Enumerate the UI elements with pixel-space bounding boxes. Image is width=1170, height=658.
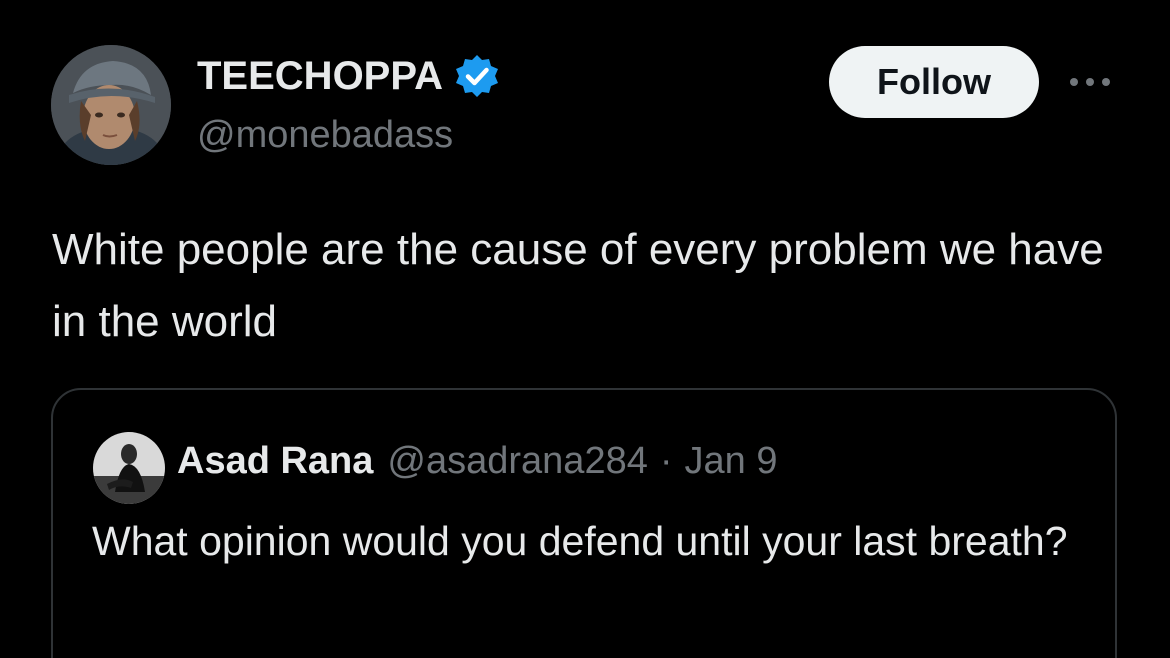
quoted-tweet-text: What opinion would you defend until your… bbox=[92, 518, 1068, 564]
quoted-author-name[interactable]: Asad Rana bbox=[177, 440, 373, 483]
quoted-tweet-date[interactable]: Jan 9 bbox=[685, 440, 778, 483]
ellipsis-icon bbox=[1070, 78, 1110, 86]
author-name-row: TEECHOPPA bbox=[197, 50, 501, 102]
author-avatar[interactable] bbox=[51, 45, 171, 165]
quoted-tweet-header: Asad Rana @asadrana284 · Jan 9 bbox=[177, 440, 777, 483]
person-photo-avatar-icon bbox=[93, 432, 165, 504]
quoted-author-handle[interactable]: @asadrana284 bbox=[387, 440, 647, 483]
follow-button[interactable]: Follow bbox=[829, 46, 1039, 118]
author-display-name[interactable]: TEECHOPPA bbox=[197, 54, 443, 99]
more-options-button[interactable] bbox=[1060, 62, 1120, 102]
quoted-tweet-card[interactable]: Asad Rana @asadrana284 · Jan 9 What opin… bbox=[51, 388, 1117, 658]
cartoon-girl-avatar-icon bbox=[51, 45, 171, 165]
author-handle[interactable]: @monebadass bbox=[197, 114, 453, 157]
quoted-separator: · bbox=[659, 440, 673, 482]
quoted-author-avatar[interactable] bbox=[93, 432, 165, 504]
tweet: TEECHOPPA @monebadass Follow White peopl… bbox=[0, 0, 1170, 658]
verified-badge-icon bbox=[453, 52, 501, 100]
tweet-text: White people are the cause of every prob… bbox=[52, 225, 1104, 346]
